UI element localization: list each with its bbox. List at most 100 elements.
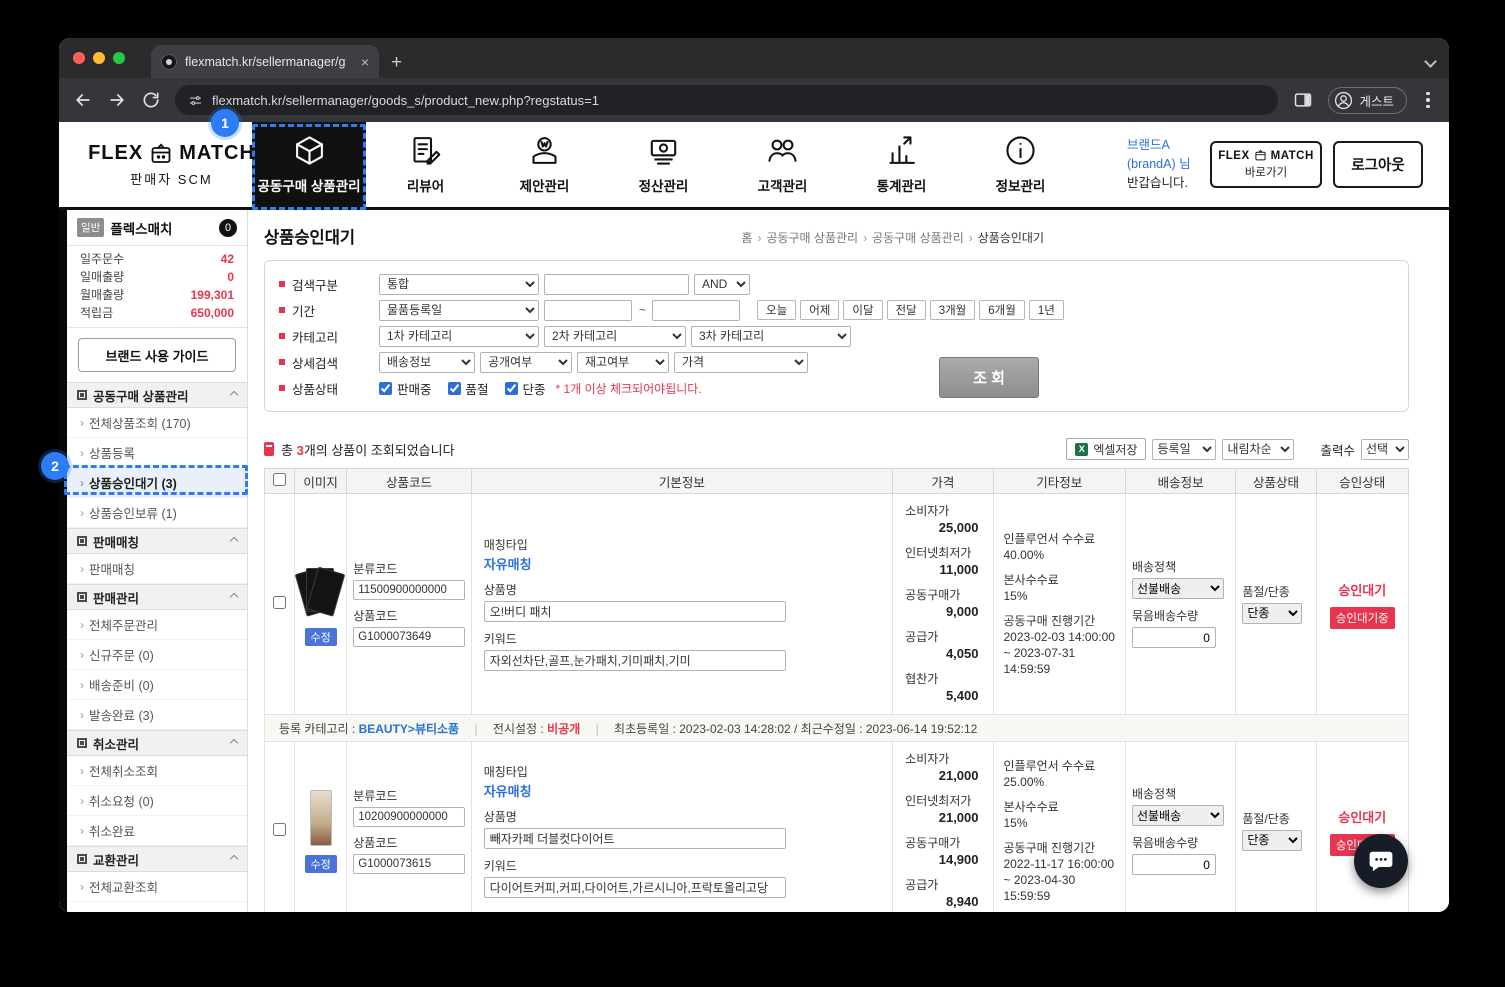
nav-group-buy-products[interactable]: 공동구매 상품관리 xyxy=(252,122,366,207)
product-code-input[interactable] xyxy=(353,853,466,874)
category3-select[interactable]: 3차 카테고리 xyxy=(691,325,851,347)
sidebar-item-cancel-requests[interactable]: 취소요청 (0) xyxy=(67,786,247,816)
edit-button[interactable]: 수정 xyxy=(304,627,337,646)
new-tab-button[interactable]: + xyxy=(391,53,402,72)
sidebar-item-all-cancels[interactable]: 전체취소조회 xyxy=(67,756,247,786)
category1-select[interactable]: 1차 카테고리 xyxy=(379,325,539,347)
period-6months-button[interactable]: 6개월 xyxy=(979,300,1025,320)
reload-icon[interactable] xyxy=(141,90,161,110)
product-name-input[interactable] xyxy=(483,600,786,622)
period-type-select[interactable]: 물품등록일 xyxy=(379,299,539,321)
nav-statistics[interactable]: 통계관리 xyxy=(842,122,961,207)
class-code-input[interactable] xyxy=(353,806,466,827)
row-checkbox[interactable] xyxy=(273,596,287,609)
sidebar-item-approval-hold[interactable]: 상품승인보류 (1) xyxy=(67,498,247,528)
sort-field-select[interactable]: 등록일 xyxy=(1152,438,1217,460)
status-discontinued-label[interactable]: 단종 xyxy=(504,379,546,398)
flexmatch-shortcut-button[interactable]: FLEX MATCH 바로가기 xyxy=(1210,141,1322,188)
period-last-month-button[interactable]: 전달 xyxy=(886,300,926,320)
status-soldout-label[interactable]: 품절 xyxy=(447,379,489,398)
product-code-input[interactable] xyxy=(353,626,466,647)
sidebar-item-new-orders[interactable]: 신규주문 (0) xyxy=(67,640,247,670)
search-submit-button[interactable]: 조 회 xyxy=(939,357,1039,398)
keyword-input[interactable] xyxy=(483,876,786,898)
sidebar-item-shipping-prep[interactable]: 배송준비 (0) xyxy=(67,670,247,700)
split-view-icon[interactable] xyxy=(1292,90,1314,110)
address-bar[interactable]: flexmatch.kr/sellermanager/goods_s/produ… xyxy=(175,85,1279,115)
browser-tab[interactable]: flexmatch.kr/sellermanager/g × xyxy=(151,45,379,78)
sort-order-select[interactable]: 내림차순 xyxy=(1222,438,1295,460)
sidebar-section-sales-matching[interactable]: 판매매칭 xyxy=(67,528,247,554)
minimize-window-button[interactable] xyxy=(93,52,105,64)
status-onsale-checkbox[interactable] xyxy=(379,381,392,395)
browser-menu-icon[interactable] xyxy=(1421,91,1435,109)
tab-search-chevron-icon[interactable] xyxy=(1424,55,1437,68)
search-keyword-input[interactable] xyxy=(544,273,689,295)
sidebar-item-all-exchanges[interactable]: 전체교환조회 xyxy=(67,872,247,902)
back-icon[interactable] xyxy=(73,90,93,110)
nav-reviewer[interactable]: 리뷰어 xyxy=(366,122,485,207)
output-count-select[interactable]: 선택 xyxy=(1361,438,1409,460)
period-this-month-button[interactable]: 이달 xyxy=(843,300,883,320)
approval-link[interactable]: 승인대기 xyxy=(1338,810,1386,825)
chat-widget-button[interactable] xyxy=(1354,834,1408,888)
nav-settlement[interactable]: 정산관리 xyxy=(604,122,723,207)
sidebar-item-approval-pending[interactable]: 상품승인대기 (3) xyxy=(67,468,247,498)
select-all-checkbox[interactable] xyxy=(273,473,287,486)
visibility-select[interactable]: 공개여부 xyxy=(480,351,572,373)
sidebar-item-shipped[interactable]: 발송완료 (3) xyxy=(67,700,247,730)
edit-button[interactable]: 수정 xyxy=(304,854,337,873)
product-name-input[interactable] xyxy=(483,827,786,849)
row-checkbox[interactable] xyxy=(273,823,287,836)
sidebar-section-sales-management[interactable]: 판매관리 xyxy=(67,584,247,610)
bundle-qty-input[interactable] xyxy=(1131,854,1216,875)
bundle-qty-input[interactable] xyxy=(1131,627,1216,648)
shipping-info-select[interactable]: 배송정보 xyxy=(379,351,475,373)
matching-type-link[interactable]: 자유매칭 xyxy=(484,783,886,800)
period-today-button[interactable]: 오늘 xyxy=(757,300,797,320)
nav-proposal[interactable]: 제안관리 xyxy=(485,122,604,207)
product-state-select[interactable]: 단종 xyxy=(1242,602,1303,624)
sidebar-item-all-orders[interactable]: 전체주문관리 xyxy=(67,610,247,640)
sidebar-section-cancel-management[interactable]: 취소관리 xyxy=(67,730,247,756)
price-select[interactable]: 가격 xyxy=(674,351,808,373)
category2-select[interactable]: 2차 카테고리 xyxy=(544,325,686,347)
close-window-button[interactable] xyxy=(73,52,85,64)
class-code-input[interactable] xyxy=(353,579,466,600)
period-start-input[interactable] xyxy=(544,299,632,321)
keyword-input[interactable] xyxy=(483,649,786,671)
approval-link[interactable]: 승인대기 xyxy=(1338,583,1386,598)
sidebar-item-cancel-complete[interactable]: 취소완료 xyxy=(67,816,247,846)
matching-type-link[interactable]: 자유매칭 xyxy=(484,556,886,573)
shipping-policy-select[interactable]: 선불배송 xyxy=(1131,805,1224,826)
search-and-select[interactable]: AND xyxy=(694,273,750,295)
period-end-input[interactable] xyxy=(652,299,741,321)
tab-close-icon[interactable]: × xyxy=(361,54,369,70)
brand-guide-button[interactable]: 브랜드 사용 가이드 xyxy=(78,338,236,372)
alert-count-badge[interactable]: 0 xyxy=(219,218,237,237)
status-soldout-checkbox[interactable] xyxy=(447,381,461,395)
period-3months-button[interactable]: 3개월 xyxy=(929,300,976,320)
sidebar-item-sales-matching[interactable]: 판매매칭 xyxy=(67,554,247,584)
meta-category-link[interactable]: BEAUTY>뷰티소품 xyxy=(359,722,460,736)
nav-customers[interactable]: 고객관리 xyxy=(723,122,842,207)
status-onsale-label[interactable]: 판매중 xyxy=(379,379,432,398)
breadcrumb-home[interactable]: 홈 xyxy=(741,231,752,245)
sidebar-section-group-buy[interactable]: 공동구매 상품관리 xyxy=(67,382,247,408)
fullscreen-window-button[interactable] xyxy=(113,52,125,64)
status-discontinued-checkbox[interactable] xyxy=(504,381,518,395)
forward-icon[interactable] xyxy=(107,90,127,110)
period-yesterday-button[interactable]: 어제 xyxy=(800,300,840,320)
browser-profile-chip[interactable]: 게스트 xyxy=(1328,86,1407,114)
approval-status-badge[interactable]: 승인대기중 xyxy=(1329,606,1395,629)
period-1year-button[interactable]: 1년 xyxy=(1028,300,1064,320)
shipping-policy-select[interactable]: 선불배송 xyxy=(1131,578,1224,599)
sidebar-section-exchange-management[interactable]: 교환관리 xyxy=(67,846,247,872)
search-type-select[interactable]: 통합 xyxy=(379,273,539,295)
breadcrumb-level2[interactable]: 공동구매 상품관리 xyxy=(872,231,964,245)
breadcrumb-level1[interactable]: 공동구매 상품관리 xyxy=(766,231,858,245)
sidebar-item-all-products[interactable]: 전체상품조회 (170) xyxy=(67,408,247,438)
excel-export-button[interactable]: X 엑셀저장 xyxy=(1066,438,1147,460)
product-state-select[interactable]: 단종 xyxy=(1242,829,1303,851)
sidebar-item-product-register[interactable]: 상품등록 xyxy=(67,438,247,468)
